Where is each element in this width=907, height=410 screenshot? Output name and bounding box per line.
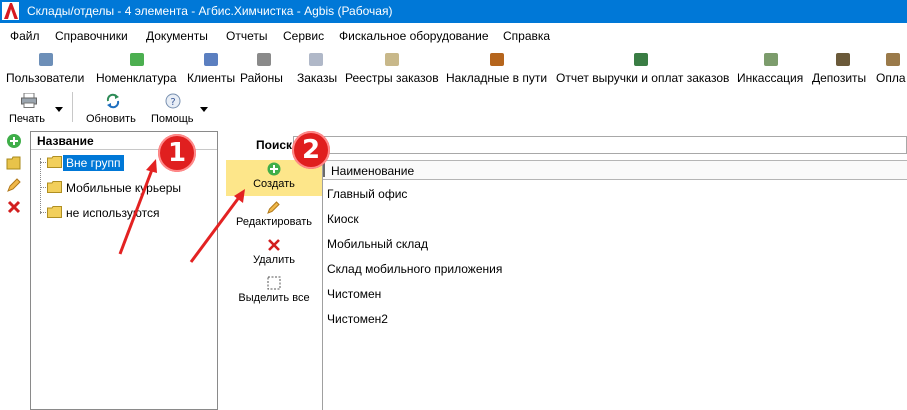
- table-row[interactable]: Киоск: [323, 206, 907, 231]
- menu-file[interactable]: Файл: [10, 29, 40, 43]
- delete-button[interactable]: Удалить: [226, 236, 322, 272]
- ribbon-deposits-button[interactable]: Депозиты: [812, 51, 872, 87]
- menu-service[interactable]: Сервис: [283, 29, 324, 43]
- ribbon-nomenclature-button[interactable]: Номенклатура: [96, 51, 184, 87]
- table-row[interactable]: Главный офис: [323, 181, 907, 206]
- group-folder-icon[interactable]: [6, 155, 22, 171]
- warehouses-grid: Наименование Главный офис Киоск Мобильны…: [322, 160, 907, 410]
- table-row[interactable]: Чистомен2: [323, 306, 907, 331]
- ribbon-revenue-report-label: Отчет выручки и оплат заказов: [556, 71, 730, 85]
- districts-icon: [257, 53, 271, 66]
- tree-item-mobile-couriers[interactable]: Мобильные курьеры: [31, 177, 217, 199]
- add-icon: [267, 162, 281, 176]
- menu-help[interactable]: Справка: [503, 29, 550, 43]
- tree-item-label: не используются: [66, 206, 160, 220]
- orders-icon: [309, 53, 323, 66]
- select-all-label: Выделить все: [238, 292, 310, 304]
- add-group-icon[interactable]: [6, 133, 22, 149]
- edit-group-icon[interactable]: [6, 177, 22, 193]
- ribbon-users-button[interactable]: Пользователи: [6, 51, 92, 87]
- ribbon-waybills-button[interactable]: Накладные в пути: [446, 51, 552, 87]
- deposit-icon: [836, 53, 850, 66]
- table-row[interactable]: Чистомен: [323, 281, 907, 306]
- ribbon-cash-collection-label: Инкассация: [737, 71, 804, 85]
- ribbon-districts-label: Районы: [240, 71, 283, 85]
- help-dropdown-arrow[interactable]: [200, 107, 208, 112]
- menu-documents[interactable]: Документы: [146, 29, 208, 43]
- cash-collection-icon: [764, 53, 778, 66]
- title-bar: Склады/отделы - 4 элемента - Агбис.Химчи…: [0, 0, 907, 23]
- agbis-logo-icon: [2, 2, 19, 20]
- ribbon-cash-collection-button[interactable]: Инкассация: [737, 51, 807, 87]
- ribbon-payments-button[interactable]: Опла: [876, 51, 907, 87]
- ribbon-waybills-label: Накладные в пути: [446, 71, 548, 85]
- tree-item-label: Вне групп: [63, 155, 124, 171]
- tree-item-label: Мобильные курьеры: [66, 181, 182, 195]
- search-label: Поиск: [256, 138, 293, 152]
- ribbon-clients-button[interactable]: Клиенты: [187, 51, 237, 87]
- nomenclature-icon: [130, 53, 144, 66]
- menu-references[interactable]: Справочники: [55, 29, 128, 43]
- ribbon-clients-label: Клиенты: [187, 71, 236, 85]
- ribbon-nomenclature-label: Номенклатура: [96, 71, 177, 85]
- menu-fiscal-equipment[interactable]: Фискальное оборудование: [339, 29, 489, 43]
- folder-icon: [47, 181, 62, 193]
- pencil-icon: [267, 201, 280, 214]
- printer-icon: [21, 93, 37, 108]
- print-button[interactable]: Печать: [9, 91, 49, 125]
- search-input[interactable]: [293, 136, 907, 154]
- select-all-icon: [267, 276, 281, 290]
- tree-item-unused[interactable]: не используются: [31, 202, 217, 224]
- help-icon: ?: [165, 93, 181, 109]
- client-icon: [204, 53, 218, 66]
- groups-tree-panel: Название Вне групп Мобильные курьеры не …: [30, 131, 218, 410]
- select-all-button[interactable]: Выделить все: [226, 274, 322, 310]
- ribbon-revenue-report-button[interactable]: Отчет выручки и оплат заказов: [556, 51, 730, 87]
- create-label: Создать: [253, 178, 295, 190]
- payment-icon: [886, 53, 900, 66]
- ribbon-deposits-label: Депозиты: [812, 71, 867, 85]
- ribbon-order-registry-label: Реестры заказов: [345, 71, 439, 85]
- edit-button[interactable]: Редактировать: [226, 198, 322, 234]
- svg-text:?: ?: [170, 97, 175, 108]
- grid-column-header[interactable]: Наименование: [323, 160, 907, 180]
- print-label: Печать: [9, 113, 46, 125]
- menu-reports[interactable]: Отчеты: [226, 29, 267, 43]
- help-label: Помощь: [151, 113, 194, 125]
- order-registry-icon: [385, 53, 399, 66]
- report-icon: [634, 53, 648, 66]
- refresh-label: Обновить: [86, 113, 136, 125]
- delete-label: Удалить: [253, 254, 295, 266]
- ribbon-districts-button[interactable]: Районы: [240, 51, 290, 87]
- print-dropdown-arrow[interactable]: [55, 107, 63, 112]
- table-row[interactable]: Склад мобильного приложения: [323, 256, 907, 281]
- annotation-badge-2: 2: [292, 131, 330, 169]
- toolbar-separator: [72, 92, 73, 122]
- window-title: Склады/отделы - 4 элемента - Агбис.Химчи…: [27, 4, 393, 18]
- main-ribbon: Пользователи Номенклатура Клиенты Районы…: [0, 48, 907, 88]
- ribbon-users-label: Пользователи: [6, 71, 85, 85]
- table-row[interactable]: Мобильный склад: [323, 231, 907, 256]
- delete-icon: [268, 239, 280, 251]
- truck-icon: [490, 53, 504, 66]
- folder-icon: [47, 206, 62, 218]
- ribbon-orders-button[interactable]: Заказы: [297, 51, 339, 87]
- refresh-icon: [106, 93, 120, 109]
- ribbon-orders-label: Заказы: [297, 71, 338, 85]
- ribbon-payments-label: Опла: [876, 71, 906, 85]
- menu-bar: Файл Справочники Документы Отчеты Сервис…: [0, 23, 907, 48]
- secondary-toolbar: Печать Обновить ? Помощь: [0, 88, 907, 128]
- users-icon: [39, 53, 53, 66]
- edit-label: Редактировать: [236, 216, 312, 228]
- delete-group-icon[interactable]: [6, 199, 22, 215]
- help-button[interactable]: ? Помощь: [151, 91, 195, 125]
- ribbon-order-registry-button[interactable]: Реестры заказов: [345, 51, 440, 87]
- folder-icon: [47, 156, 62, 168]
- refresh-button[interactable]: Обновить: [86, 91, 140, 125]
- annotation-badge-1: 1: [158, 134, 196, 172]
